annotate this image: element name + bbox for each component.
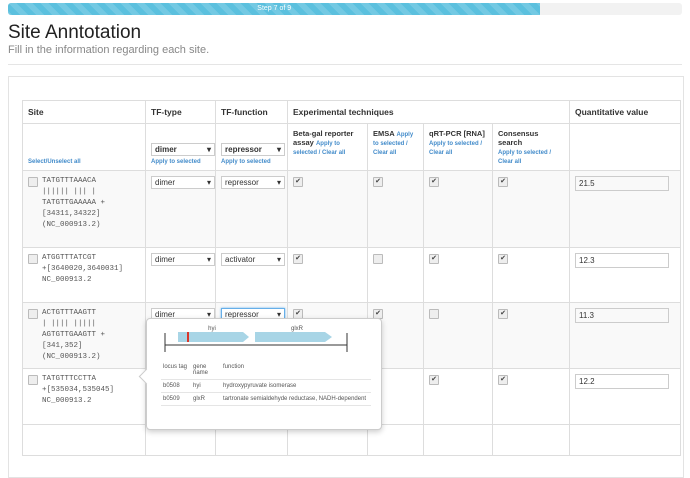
gene-label-hyi: hyi (208, 326, 216, 332)
technique-qrt-pcr-links[interactable]: Apply to selected / Clear all (429, 141, 482, 156)
quantitative-value-input[interactable]: 11.3 (575, 308, 669, 323)
technique-checkbox[interactable]: ✔ (498, 254, 508, 264)
technique-checkbox[interactable]: ✔ (293, 177, 303, 187)
tf-function-select[interactable]: activator ▾ (221, 253, 285, 266)
page-title: Site Anntotation (8, 22, 142, 43)
site-sequence: (NC_000913.2) (42, 221, 101, 229)
col-function: function (221, 361, 371, 380)
site-sequence: +[3640020,3640031] (42, 265, 124, 273)
technique-consensus: Consensus search (498, 129, 539, 147)
quantitative-value-input[interactable]: 12.2 (575, 374, 669, 389)
technique-qrt-pcr: qRT-PCR [RNA] (429, 129, 485, 138)
row-select-checkbox[interactable] (28, 375, 38, 385)
tf-function-select[interactable]: repressor ▾ (221, 176, 285, 189)
bulk-tf-type-select[interactable]: dimer ▾ (151, 143, 215, 156)
gene-name: hyi (191, 379, 221, 393)
locus-tag: b0508 (161, 379, 191, 393)
gene-function: hydroxypyruvate isomerase (221, 379, 371, 393)
technique-checkbox[interactable]: ✔ (498, 309, 508, 319)
page-subtitle: Fill in the information regarding each s… (8, 44, 210, 56)
quantitative-value-input[interactable]: 12.3 (575, 253, 669, 268)
technique-checkbox[interactable]: ✔ (429, 177, 439, 187)
quantitative-value-input[interactable]: 21.5 (575, 176, 669, 191)
site-sequence: TATGTTTCCTTA (42, 375, 97, 383)
header-tf-type: TF-type (145, 100, 216, 124)
apply-tf-function-link[interactable]: Apply to selected (221, 159, 271, 165)
site-sequence: +[535034,535045] (42, 386, 115, 394)
site-sequence: [34311,34322] (42, 210, 101, 218)
col-locus-tag: locus tag (161, 361, 191, 380)
gene-arrow-glxR (255, 332, 332, 342)
technique-checkbox[interactable]: ✔ (498, 177, 508, 187)
apply-tf-type-link[interactable]: Apply to selected (151, 159, 201, 165)
gene-popover: hyi glxR locus tag gene name function b050… (138, 318, 382, 430)
site-sequence: (NC_000913.2) (42, 353, 101, 361)
header-site: Site (22, 100, 146, 124)
table-row: TATGTTTAAACA |||||| ||| | TATGTTGAAAAA + [3… (22, 170, 681, 248)
row-select-checkbox[interactable] (28, 254, 38, 264)
progress-bar: Step 7 of 9 (8, 3, 682, 15)
site-sequence: AGTGTTGAAGTT +[341,352] (42, 331, 106, 350)
divider (8, 64, 682, 65)
site-sequence: TATGTTGAAAAA + (42, 199, 106, 207)
header-quant: Quantitative value (569, 100, 681, 124)
gene-name: glxR (191, 392, 221, 406)
site-sequence: | |||| ||||| (42, 320, 97, 328)
site-sequence: ATGGTTTATCGT (42, 254, 97, 262)
technique-checkbox[interactable]: ✔ (373, 177, 383, 187)
gene-table: locus tag gene name function b0508 hyi hydro… (161, 361, 371, 406)
site-sequence: NC_000913.2 (42, 397, 92, 405)
header-experimental: Experimental techniques (287, 100, 570, 124)
header-tf-function: TF-function (215, 100, 288, 124)
gene-diagram: hyi glxR (164, 326, 348, 352)
site-sequence: ACTGTTTAAGTT (42, 309, 97, 317)
technique-checkbox[interactable] (373, 254, 383, 264)
progress-fill: Step 7 of 9 (8, 3, 541, 15)
table-row: ATGGTTTATCGT +[3640020,3640031] NC_000913.… (22, 247, 681, 303)
technique-checkbox[interactable]: ✔ (429, 375, 439, 385)
site-marker (187, 332, 189, 342)
row-select-checkbox[interactable] (28, 177, 38, 187)
technique-checkbox[interactable]: ✔ (293, 254, 303, 264)
locus-tag: b0509 (161, 392, 191, 406)
tf-type-select[interactable]: dimer ▾ (151, 253, 215, 266)
technique-checkbox[interactable]: ✔ (429, 254, 439, 264)
col-gene-name: gene name (191, 361, 221, 380)
technique-checkbox[interactable]: ✔ (498, 375, 508, 385)
site-sequence: TATGTTTAAACA (42, 177, 97, 185)
gene-function: tartronate semialdehyde reductase, NADH-… (221, 392, 371, 406)
select-all-link[interactable]: Select/Unselect all (28, 159, 81, 165)
tf-type-select[interactable]: dimer ▾ (151, 176, 215, 189)
gene-label-glxR: glxR (291, 326, 304, 332)
site-sequence: NC_000913.2 (42, 276, 92, 284)
site-sequence: |||||| ||| | (42, 188, 97, 196)
technique-emsa: EMSA (373, 129, 395, 138)
row-select-checkbox[interactable] (28, 309, 38, 319)
bulk-tf-function-select[interactable]: repressor ▾ (221, 143, 285, 156)
technique-checkbox[interactable] (429, 309, 439, 319)
technique-consensus-links[interactable]: Apply to selected / Clear all (498, 150, 551, 165)
